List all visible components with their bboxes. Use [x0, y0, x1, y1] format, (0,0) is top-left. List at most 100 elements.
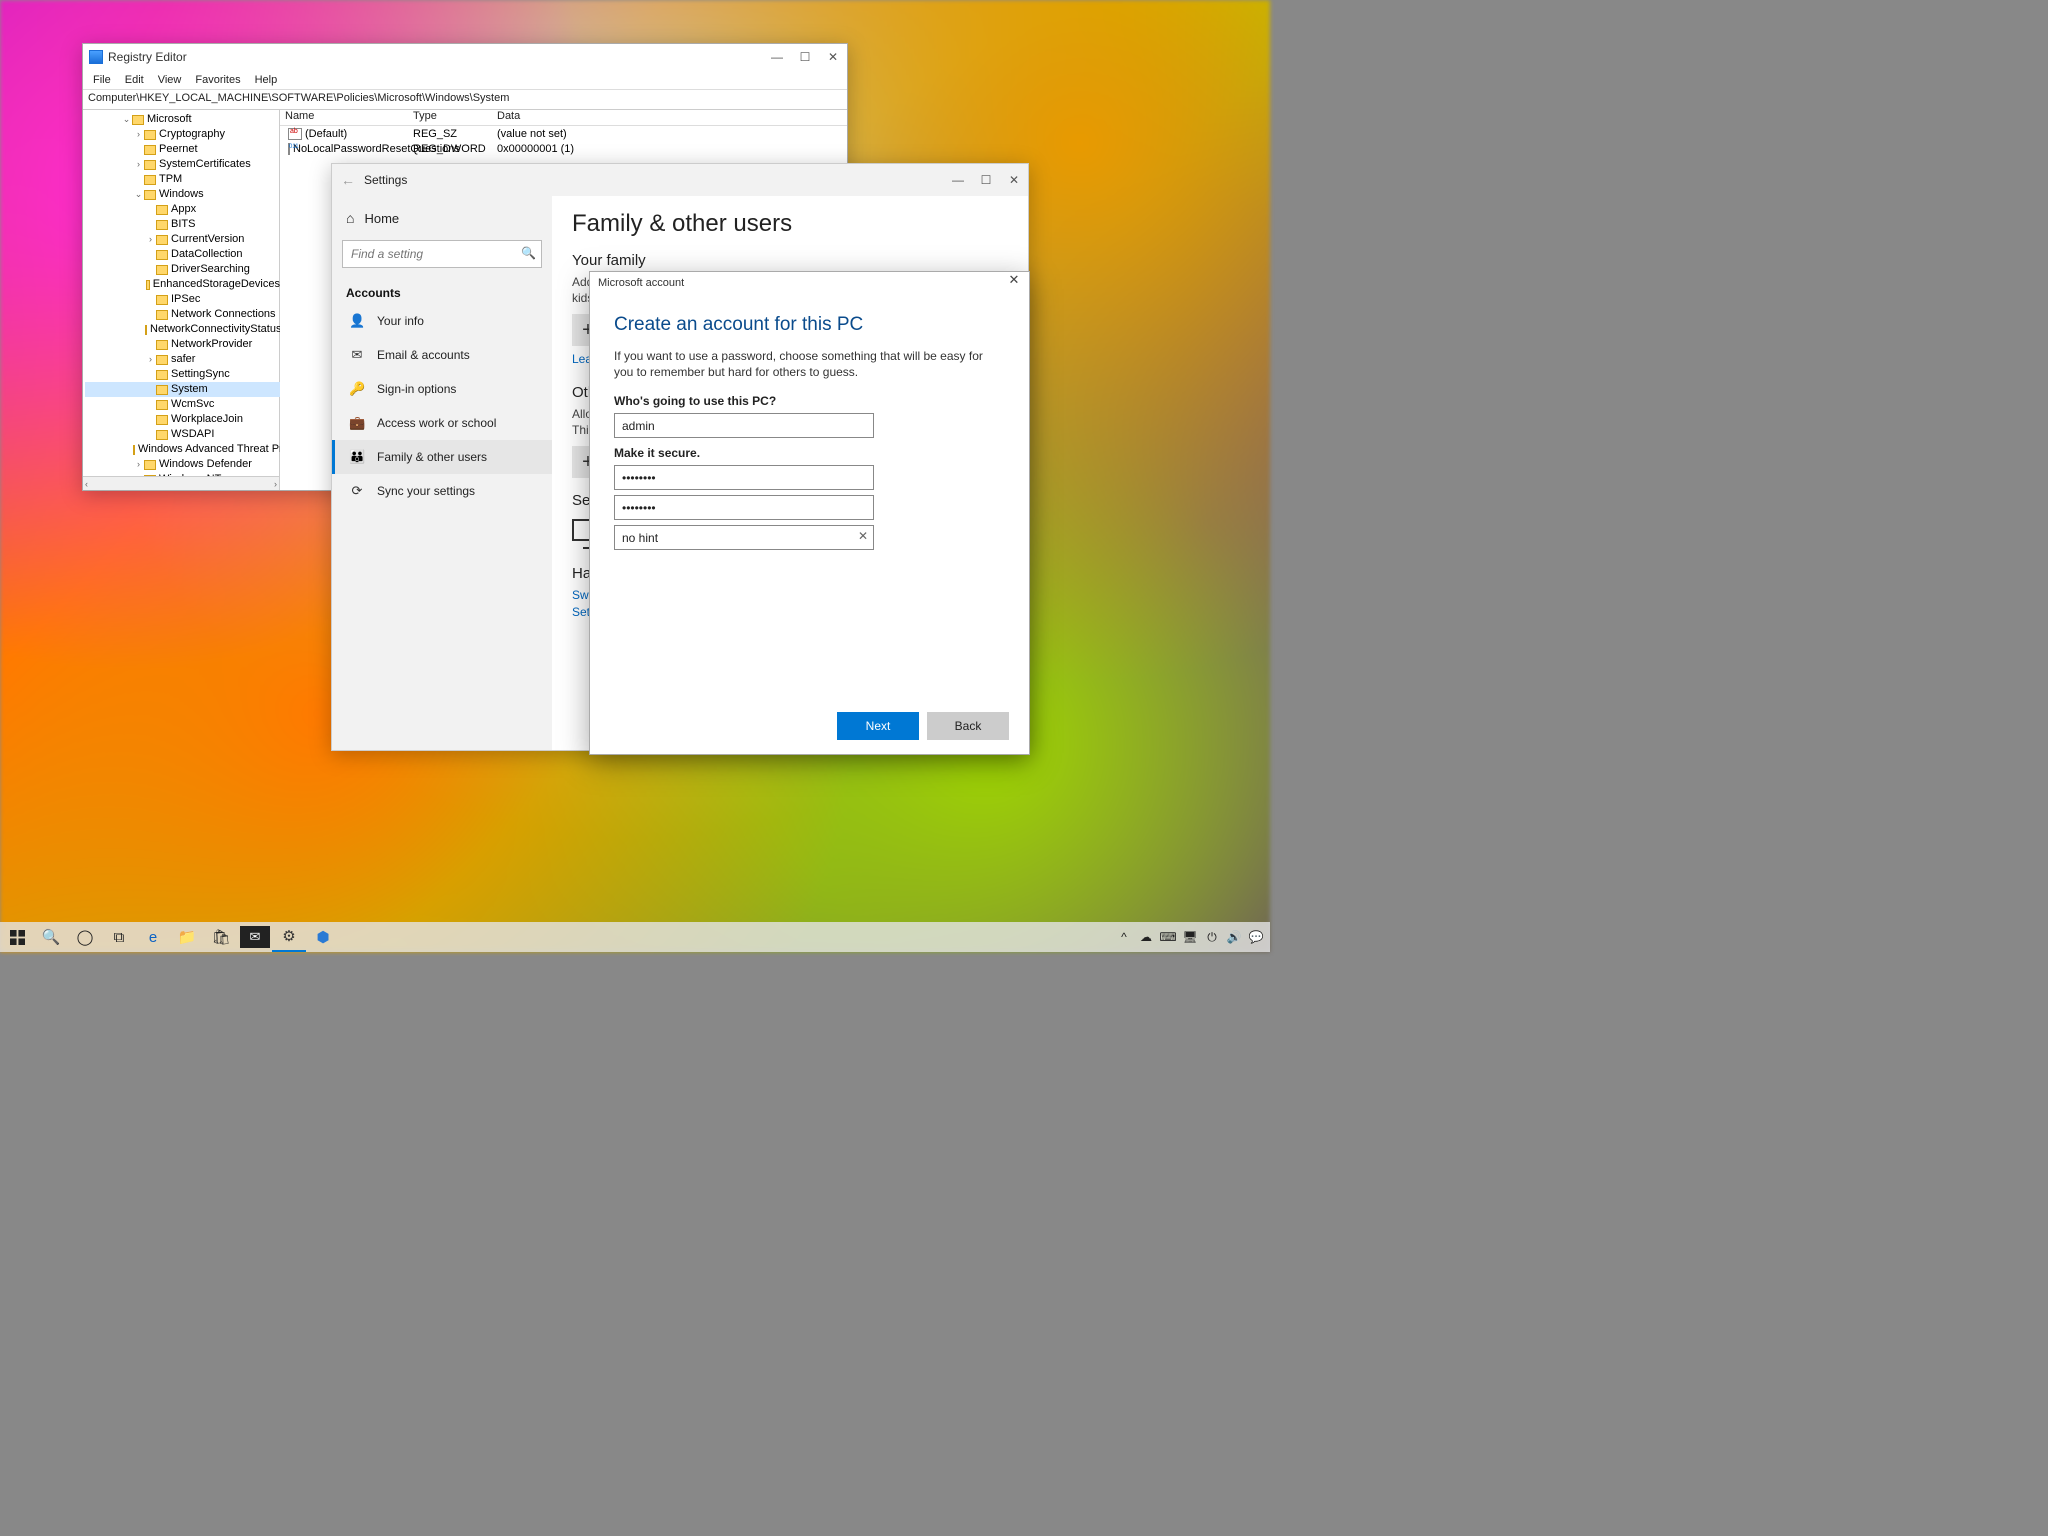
cortana-button[interactable]: ◯: [68, 922, 102, 952]
back-button[interactable]: Back: [927, 712, 1009, 740]
menu-view[interactable]: View: [152, 72, 188, 87]
tree-item[interactable]: WcmSvc: [85, 397, 280, 412]
password-input[interactable]: [614, 465, 874, 490]
maximize-button[interactable]: ☐: [791, 45, 819, 69]
address-bar[interactable]: Computer\HKEY_LOCAL_MACHINE\SOFTWARE\Pol…: [83, 90, 847, 110]
tree-item[interactable]: ›safer: [85, 352, 280, 367]
registry-value-row[interactable]: (Default)REG_SZ(value not set): [280, 126, 847, 141]
sidebar-item-icon: 👪: [349, 449, 365, 465]
sidebar-item-icon: ✉: [349, 347, 365, 363]
tree-item[interactable]: ⌄Windows: [85, 187, 280, 202]
sidebar-item[interactable]: 👤 Your info: [332, 304, 552, 338]
tree-item[interactable]: Appx: [85, 202, 280, 217]
tree-item[interactable]: TPM: [85, 172, 280, 187]
tree-item[interactable]: IPSec: [85, 292, 280, 307]
tree-item[interactable]: DataCollection: [85, 247, 280, 262]
tray-overflow-icon[interactable]: ^: [1116, 929, 1132, 945]
section-your-family: Your family: [572, 252, 1008, 269]
sidebar-item[interactable]: 🔑 Sign-in options: [332, 372, 552, 406]
tree-item[interactable]: EnhancedStorageDevices: [85, 277, 280, 292]
col-type[interactable]: Type: [413, 110, 497, 125]
minimize-button[interactable]: —: [944, 168, 972, 192]
action-center-icon[interactable]: 💬: [1248, 929, 1264, 945]
settings-search[interactable]: 🔍: [342, 240, 542, 268]
file-explorer-taskbar-icon[interactable]: 📁: [170, 922, 204, 952]
minimize-button[interactable]: —: [763, 45, 791, 69]
confirm-password-input[interactable]: [614, 495, 874, 520]
display-icon[interactable]: 🖥: [1182, 929, 1198, 945]
home-label: Home: [364, 211, 399, 226]
registry-value-row[interactable]: NoLocalPasswordResetQuestionsREG_DWORD0x…: [280, 141, 847, 156]
tree-item[interactable]: WSDAPI: [85, 427, 280, 442]
sidebar-item-icon: 💼: [349, 415, 365, 431]
back-button[interactable]: ←: [332, 172, 364, 188]
tree-item[interactable]: ⌄Microsoft: [85, 112, 280, 127]
sidebar-item-label: Email & accounts: [377, 348, 470, 362]
col-name[interactable]: Name: [280, 110, 413, 125]
sidebar-item-label: Sign-in options: [377, 382, 456, 396]
window-title: Registry Editor: [108, 50, 187, 64]
tree-item[interactable]: System: [85, 382, 280, 397]
settings-sidebar: ⌂ Home 🔍 Accounts 👤Your info✉Email & acc…: [332, 196, 552, 750]
tree-item[interactable]: NetworkConnectivityStatusIndic: [85, 322, 280, 337]
search-icon: 🔍: [521, 246, 536, 260]
registry-tree[interactable]: ⌄Microsoft›CryptographyPeernet›SystemCer…: [83, 110, 280, 476]
tree-item[interactable]: WorkplaceJoin: [85, 412, 280, 427]
volume-icon[interactable]: 🔊: [1226, 929, 1242, 945]
close-button[interactable]: ✕: [1000, 168, 1028, 192]
search-input[interactable]: [342, 240, 542, 268]
start-button[interactable]: [0, 922, 34, 952]
settings-taskbar-icon[interactable]: ⚙: [272, 922, 306, 952]
clear-hint-icon[interactable]: ✕: [858, 529, 868, 543]
onedrive-icon[interactable]: ☁: [1138, 929, 1154, 945]
close-button[interactable]: ✕: [819, 45, 847, 69]
tree-item[interactable]: ›SystemCertificates: [85, 157, 280, 172]
tree-scrollbar[interactable]: ‹›: [83, 476, 279, 490]
window-titlebar[interactable]: ← Settings — ☐ ✕: [332, 164, 1028, 196]
task-view-button[interactable]: ⧉: [102, 922, 136, 952]
tree-item[interactable]: BITS: [85, 217, 280, 232]
sidebar-item[interactable]: ⟳Sync your settings: [332, 474, 552, 508]
sidebar-item-label: Your info: [377, 314, 424, 328]
window-title: Settings: [364, 173, 407, 187]
menu-edit[interactable]: Edit: [119, 72, 150, 87]
username-input[interactable]: [614, 413, 874, 438]
list-header[interactable]: Name Type Data: [280, 110, 847, 126]
tree-item[interactable]: ›Cryptography: [85, 127, 280, 142]
search-button[interactable]: 🔍: [34, 922, 68, 952]
sidebar-item-icon: 🔑: [349, 381, 365, 397]
sidebar-home[interactable]: ⌂ Home: [332, 204, 552, 232]
password-section-label: Make it secure.: [614, 446, 1005, 460]
password-hint-input[interactable]: [614, 525, 874, 550]
input-icon[interactable]: ⌨: [1160, 929, 1176, 945]
edge-taskbar-icon[interactable]: e: [136, 922, 170, 952]
next-button[interactable]: Next: [837, 712, 919, 740]
tree-item[interactable]: NetworkProvider: [85, 337, 280, 352]
menu-help[interactable]: Help: [249, 72, 284, 87]
window-titlebar[interactable]: Registry Editor — ☐ ✕: [83, 44, 847, 70]
col-data[interactable]: Data: [497, 110, 847, 125]
tree-item[interactable]: ›Windows Defender: [85, 457, 280, 472]
dialog-titlebar[interactable]: Microsoft account ✕: [590, 272, 1029, 294]
tree-item[interactable]: SettingSync: [85, 367, 280, 382]
maximize-button[interactable]: ☐: [972, 168, 1000, 192]
tree-item[interactable]: Windows Advanced Threat Protec: [85, 442, 280, 457]
sidebar-item-icon: ⟳: [349, 483, 365, 499]
app-taskbar-icon[interactable]: ⬢: [306, 922, 340, 952]
close-button[interactable]: ✕: [999, 272, 1029, 294]
tree-item[interactable]: Network Connections: [85, 307, 280, 322]
mail-taskbar-icon[interactable]: ✉: [240, 926, 270, 948]
sidebar-item[interactable]: ✉ Email & accounts: [332, 338, 552, 372]
tree-item[interactable]: DriverSearching: [85, 262, 280, 277]
username-label: Who's going to use this PC?: [614, 394, 1005, 408]
sidebar-item[interactable]: 💼Access work or school: [332, 406, 552, 440]
tree-item[interactable]: Peernet: [85, 142, 280, 157]
tree-item[interactable]: ›CurrentVersion: [85, 232, 280, 247]
sidebar-item[interactable]: 👪Family & other users: [332, 440, 552, 474]
store-taskbar-icon[interactable]: 🛍: [204, 922, 238, 952]
sidebar-item-icon: 👤: [349, 313, 365, 329]
page-title: Family & other users: [572, 210, 1008, 238]
menu-file[interactable]: File: [87, 72, 117, 87]
menu-favorites[interactable]: Favorites: [189, 72, 246, 87]
power-icon[interactable]: ⏻: [1204, 929, 1220, 945]
